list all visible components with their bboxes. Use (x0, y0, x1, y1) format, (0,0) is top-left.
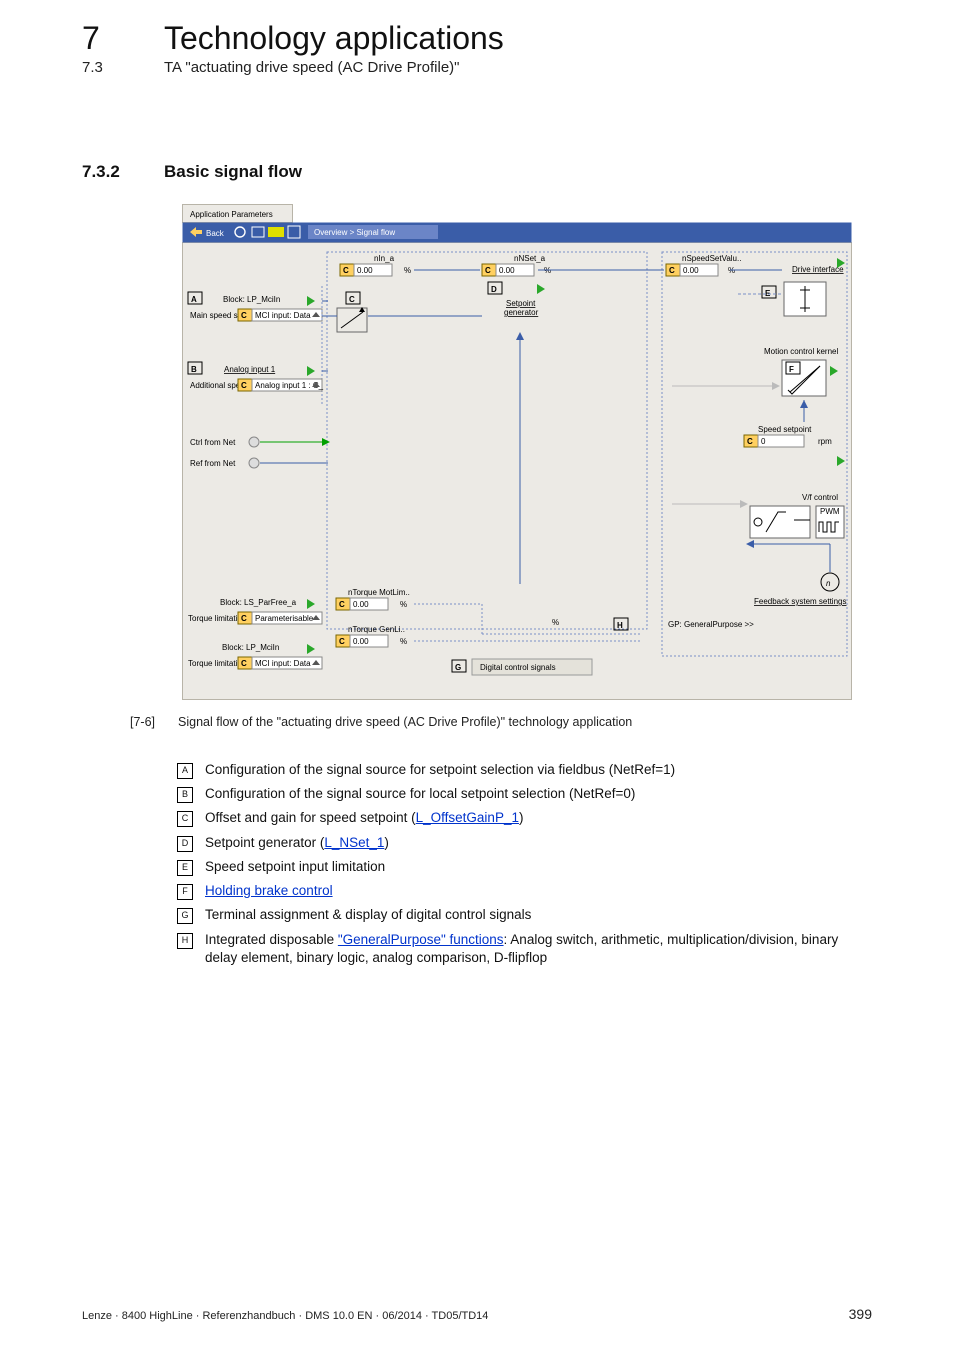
svg-text:n: n (826, 579, 831, 588)
ref-from-net-label: Ref from Net (190, 459, 236, 468)
torque-limit-label-1: Torque limitati.. (188, 614, 242, 623)
torque-limit-label-2: Torque limitati.. (188, 659, 242, 668)
legend-text-h: Integrated disposable "GeneralPurpose" f… (205, 931, 872, 967)
led-icon (249, 458, 259, 468)
pwm-label: PWM (820, 507, 840, 516)
nset-link[interactable]: L_NSet_1 (324, 835, 384, 850)
nnset-value: 0.00 (499, 266, 515, 275)
led-icon (249, 437, 259, 447)
legend-badge-a: A (177, 763, 193, 779)
svg-text:Digital control signals: Digital control signals (480, 663, 556, 672)
svg-text:C: C (747, 437, 753, 446)
legend-text-a: Configuration of the signal source for s… (205, 761, 872, 779)
svg-text:C: C (241, 311, 247, 320)
breadcrumb[interactable]: Overview > Signal flow (314, 228, 395, 237)
svg-text:H: H (617, 621, 623, 630)
ntorque-motlim-unit: % (400, 600, 407, 609)
nspeed-label: nSpeedSetValu.. (682, 254, 741, 263)
ntorque-genli-label: nTorque GenLi.. (348, 625, 405, 634)
holding-brake-link[interactable]: Holding brake control (205, 883, 333, 898)
legend-badge-f: F (177, 884, 193, 900)
subsection-title: Basic signal flow (164, 162, 302, 182)
divider: _ _ _ _ _ _ _ _ _ _ _ _ _ _ _ _ _ _ _ _ … (82, 122, 872, 136)
svg-text:C: C (241, 381, 247, 390)
ntorque-genli-value: 0.00 (353, 637, 369, 646)
legend-text-f: Holding brake control (205, 882, 872, 900)
signal-flow-screenshot: Application Parameters Back Overview > S… (182, 204, 852, 705)
ls-parfree-label: Block: LS_ParFree_a (220, 598, 297, 607)
tab-app-params[interactable]: Application Parameters (190, 210, 273, 219)
page-number: 399 (849, 1306, 872, 1322)
analog-input-label[interactable]: Analog input 1 (224, 365, 276, 374)
legend-text-d: Setpoint generator (L_NSet_1) (205, 834, 872, 852)
speed-setpoint-value: 0 (761, 437, 766, 446)
vf-control-label: V/f control (802, 493, 838, 502)
ntorque-motlim-value: 0.00 (353, 600, 369, 609)
ntorque-motlim-label: nTorque MotLim.. (348, 588, 410, 597)
section-number: 7.3 (82, 59, 164, 76)
block-lp-mci-label[interactable]: Block: LP_MciIn (223, 295, 280, 304)
figure-caption: Signal flow of the "actuating drive spee… (178, 715, 632, 729)
legend-text-b: Configuration of the signal source for l… (205, 785, 872, 803)
additional-speed-label: Additional spe.. (190, 381, 245, 390)
svg-text:C: C (241, 659, 247, 668)
svg-text:C: C (241, 614, 247, 623)
chapter-number: 7 (82, 20, 164, 57)
nnset-label: nNSet_a (514, 254, 546, 263)
offset-gain-link[interactable]: L_OffsetGainP_1 (416, 810, 519, 825)
gp-link[interactable]: GP: GeneralPurpose >> (668, 620, 754, 629)
nin-label: nIn_a (374, 254, 395, 263)
chapter-title: Technology applications (164, 20, 504, 57)
speed-setpoint-unit: rpm (818, 437, 832, 446)
legend-badge-h: H (177, 933, 193, 949)
legend-badge-c: C (177, 811, 193, 827)
legend-badge-b: B (177, 787, 193, 803)
svg-text:D: D (491, 285, 497, 294)
speed-setpoint-label: Speed setpoint (758, 425, 812, 434)
legend-text-c: Offset and gain for speed setpoint (L_Of… (205, 809, 872, 827)
ctrl-from-net-label: Ctrl from Net (190, 438, 236, 447)
drive-interface-label[interactable]: Drive interface (792, 265, 844, 274)
legend-text-g: Terminal assignment & display of digital… (205, 906, 872, 924)
svg-text:G: G (455, 663, 461, 672)
svg-text:generator: generator (504, 308, 539, 317)
svg-text:MCI input: Data: MCI input: Data (255, 311, 311, 320)
nin-value: 0.00 (357, 266, 373, 275)
section-title: TA "actuating drive speed (AC Drive Prof… (164, 59, 460, 76)
svg-text:B: B (191, 365, 197, 374)
percent-label: % (552, 618, 559, 627)
svg-text:C: C (343, 266, 349, 275)
footer-reference: Lenze · 8400 HighLine · Referenzhandbuch… (82, 1310, 488, 1322)
folder-icon[interactable] (268, 227, 284, 237)
subsection-number: 7.3.2 (82, 162, 164, 182)
setpoint-generator-label[interactable]: Setpoint (506, 299, 536, 308)
svg-text:Parameterisable: Parameterisable (255, 614, 314, 623)
svg-text:MCI input: Data: MCI input: Data (255, 659, 311, 668)
svg-text:C: C (349, 295, 355, 304)
svg-text:C: C (669, 266, 675, 275)
feedback-label[interactable]: Feedback system settings (754, 597, 846, 606)
svg-text:C: C (339, 637, 345, 646)
main-speed-label: Main speed s.. (190, 311, 242, 320)
nspeed-value: 0.00 (683, 266, 699, 275)
svg-text:A: A (191, 295, 197, 304)
figure-id: [7-6] (130, 715, 178, 729)
motion-control-kernel-label: Motion control kernel (764, 347, 838, 356)
legend-badge-d: D (177, 836, 193, 852)
legend-text-e: Speed setpoint input limitation (205, 858, 872, 876)
svg-text:C: C (339, 600, 345, 609)
lp-mci2-label: Block: LP_MciIn (222, 643, 279, 652)
svg-text:F: F (789, 365, 794, 374)
ntorque-genli-unit: % (400, 637, 407, 646)
svg-text:Back: Back (206, 229, 225, 238)
nin-unit: % (404, 266, 411, 275)
svg-text:C: C (485, 266, 491, 275)
legend-badge-g: G (177, 908, 193, 924)
general-purpose-link[interactable]: "GeneralPurpose" functions (338, 932, 504, 947)
legend-badge-e: E (177, 860, 193, 876)
